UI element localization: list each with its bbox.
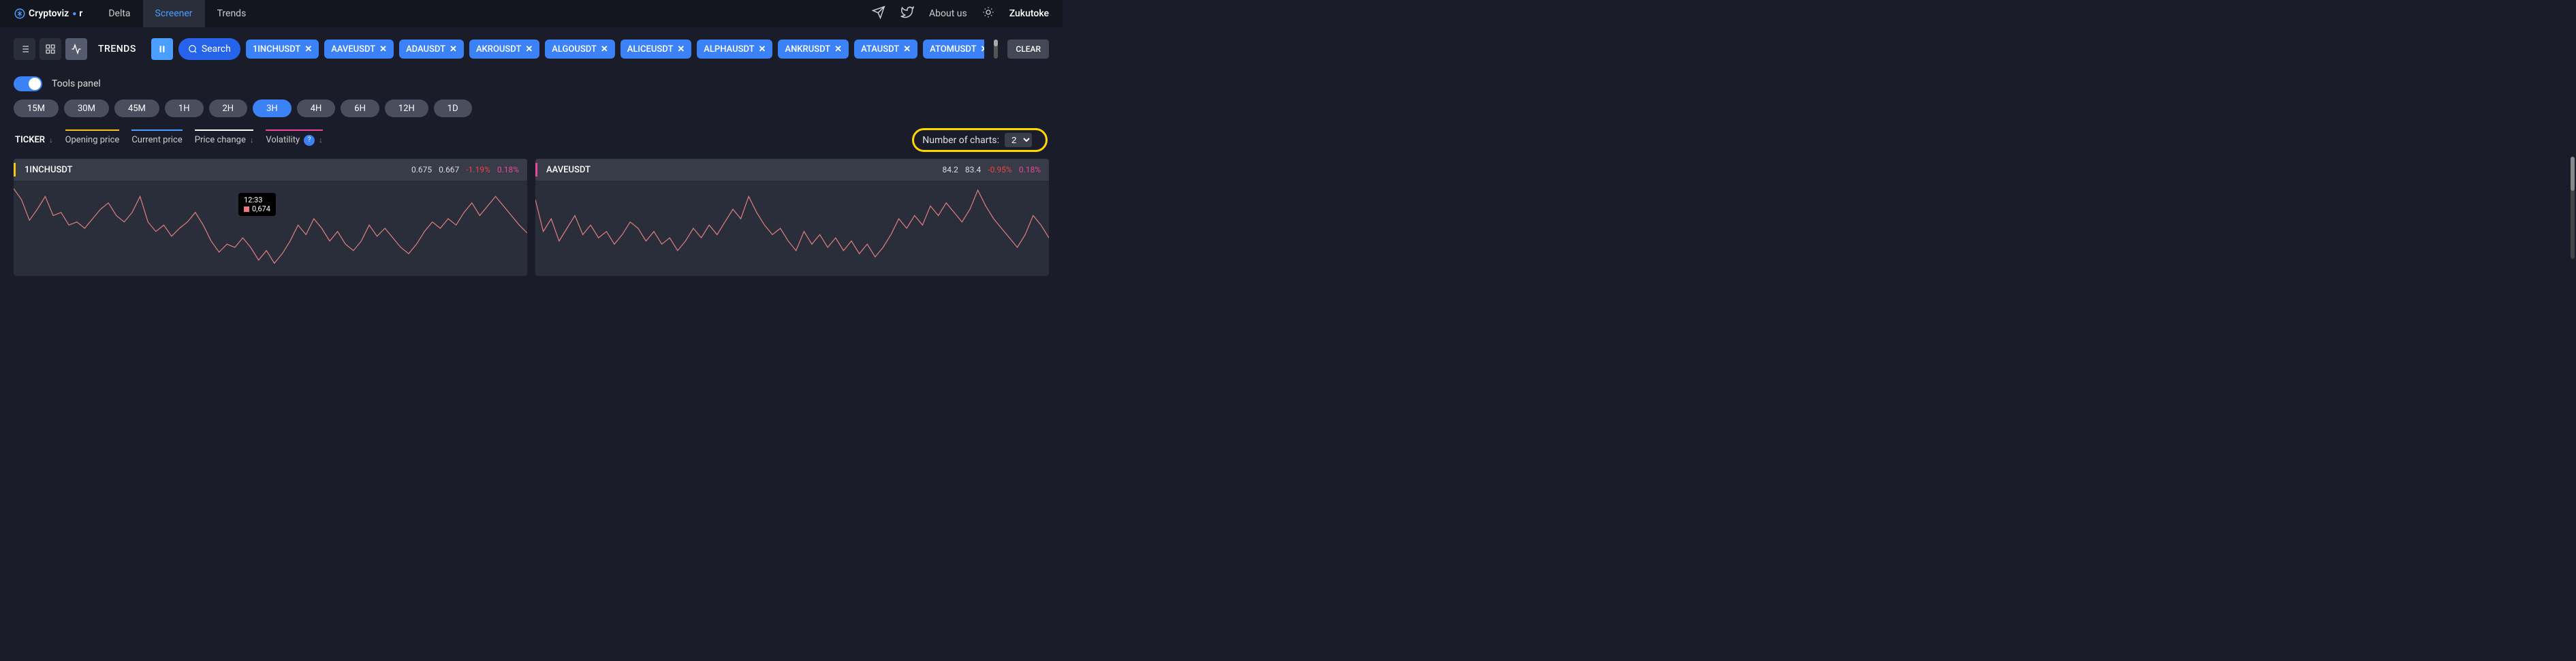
close-icon[interactable]: ✕ bbox=[903, 44, 911, 55]
help-icon[interactable]: ? bbox=[304, 135, 315, 146]
chart-panel-aaveusdt[interactable]: AAVEUSDT 84.2 83.4 -0.95% 0.18% bbox=[535, 159, 1049, 276]
logo-icon bbox=[14, 7, 26, 20]
timeframe-6h[interactable]: 6H bbox=[341, 99, 379, 117]
timeframe-15m[interactable]: 15M bbox=[14, 99, 59, 117]
grid-view-icon[interactable] bbox=[40, 38, 61, 60]
stat-volatility: 0.18% bbox=[1019, 165, 1041, 174]
page-scrollbar[interactable] bbox=[2571, 157, 2575, 259]
stat-open: 84.2 bbox=[942, 165, 958, 174]
sort-open[interactable]: Opening price bbox=[65, 135, 120, 145]
stat-change: -0.95% bbox=[988, 165, 1012, 174]
chart-header: 1INCHUSDT 0.675 0.667 -1.19% 0.18% bbox=[14, 159, 527, 181]
trends-view-icon[interactable] bbox=[65, 38, 87, 60]
trends-label: TRENDS bbox=[98, 44, 136, 55]
chip-aliceusdt[interactable]: ALICEUSDT ✕ bbox=[621, 40, 692, 59]
chip-alphausdt[interactable]: ALPHAUSDT ✕ bbox=[697, 40, 772, 59]
arrow-down-icon: ↓ bbox=[49, 136, 53, 144]
sort-ticker[interactable]: TICKER↓ bbox=[15, 135, 53, 145]
arrow-down-icon: ↓ bbox=[319, 136, 323, 144]
nav-tab-screener[interactable]: Screener bbox=[143, 0, 205, 27]
symbol-chips: 1INCHUSDT ✕ AAVEUSDT ✕ ADAUSDT ✕ AKROUSDT ✕… bbox=[246, 40, 985, 59]
nav-tab-delta[interactable]: Delta bbox=[96, 0, 142, 27]
tools-panel-toggle[interactable] bbox=[14, 76, 42, 91]
send-icon[interactable] bbox=[872, 5, 885, 22]
close-icon[interactable]: ✕ bbox=[759, 44, 766, 55]
theme-icon[interactable] bbox=[982, 6, 994, 21]
close-icon[interactable]: ✕ bbox=[379, 44, 387, 55]
brand-text: Cryptoviz bbox=[29, 8, 69, 19]
nav-tabs: DeltaScreenerTrends bbox=[96, 0, 258, 27]
chip-atomusdt[interactable]: ATOMUSDT ✕ bbox=[923, 40, 984, 59]
timeframe-30m[interactable]: 30M bbox=[64, 99, 109, 117]
timeframe-1h[interactable]: 1H bbox=[165, 99, 204, 117]
nav-tab-trends[interactable]: Trends bbox=[205, 0, 259, 27]
timeframe-row: 15M 30M 45M 1H 2H 3H 4H 6H 12H 1D bbox=[0, 97, 1063, 124]
timeframe-1d[interactable]: 1D bbox=[434, 99, 472, 117]
chip-ankrusdt[interactable]: ANKRUSDT ✕ bbox=[778, 40, 849, 59]
chip-1inchusdt[interactable]: 1INCHUSDT ✕ bbox=[246, 40, 319, 59]
chart-body[interactable] bbox=[535, 181, 1049, 276]
stat-volatility: 0.18% bbox=[497, 165, 519, 174]
close-icon[interactable]: ✕ bbox=[981, 44, 985, 55]
chip-aaveusdt[interactable]: AAVEUSDT ✕ bbox=[324, 40, 394, 59]
close-icon[interactable]: ✕ bbox=[677, 44, 685, 55]
chart-body[interactable]: 12:330,674 bbox=[14, 181, 527, 276]
stat-current: 0.667 bbox=[439, 165, 459, 174]
num-charts-select[interactable]: 2 bbox=[1005, 133, 1032, 147]
close-icon[interactable]: ✕ bbox=[304, 44, 312, 55]
chart-header: AAVEUSDT 84.2 83.4 -0.95% 0.18% bbox=[535, 159, 1049, 181]
chart-ticker: 1INCHUSDT bbox=[25, 165, 72, 175]
chip-atausdt[interactable]: ATAUSDT ✕ bbox=[854, 40, 917, 59]
pause-button[interactable] bbox=[151, 38, 173, 60]
clear-button[interactable]: CLEAR bbox=[1007, 40, 1049, 59]
search-icon bbox=[188, 44, 198, 54]
chips-scrollbar[interactable] bbox=[994, 40, 998, 59]
close-icon[interactable]: ✕ bbox=[601, 44, 608, 55]
chip-akrousdt[interactable]: AKROUSDT ✕ bbox=[469, 40, 539, 59]
close-icon[interactable]: ✕ bbox=[834, 44, 842, 55]
timeframe-45m[interactable]: 45M bbox=[114, 99, 159, 117]
chip-adausdt[interactable]: ADAUSDT ✕ bbox=[399, 40, 464, 59]
about-link[interactable]: About us bbox=[929, 8, 967, 19]
user-name[interactable]: Zukutoke bbox=[1009, 8, 1049, 19]
brand-logo[interactable]: Cryptoviz●r bbox=[14, 7, 82, 20]
tools-panel-label: Tools panel bbox=[52, 78, 101, 89]
sort-volatility[interactable]: Volatility?↓ bbox=[266, 135, 322, 146]
sort-change[interactable]: Price change↓ bbox=[195, 135, 254, 145]
timeframe-4h[interactable]: 4H bbox=[297, 99, 336, 117]
stat-open: 0.675 bbox=[411, 165, 432, 174]
twitter-icon[interactable] bbox=[900, 5, 914, 22]
stat-change: -1.19% bbox=[466, 165, 490, 174]
close-icon[interactable]: ✕ bbox=[525, 44, 533, 55]
close-icon[interactable]: ✕ bbox=[450, 44, 457, 55]
sort-current[interactable]: Current price bbox=[131, 135, 182, 145]
chart-panel-1inchusdt[interactable]: 1INCHUSDT 0.675 0.667 -1.19% 0.18% 12:330,674 bbox=[14, 159, 527, 276]
timeframe-2h[interactable]: 2H bbox=[209, 99, 248, 117]
stat-current: 83.4 bbox=[965, 165, 981, 174]
timeframe-12h[interactable]: 12H bbox=[385, 99, 428, 117]
chip-algousdt[interactable]: ALGOUSDT ✕ bbox=[545, 40, 614, 59]
chart-ticker: AAVEUSDT bbox=[546, 165, 591, 175]
timeframe-3h[interactable]: 3H bbox=[253, 99, 292, 117]
arrow-down-icon: ↓ bbox=[250, 136, 254, 144]
list-view-icon[interactable] bbox=[14, 38, 35, 60]
number-of-charts-control: Number of charts: 2 bbox=[912, 128, 1048, 152]
num-charts-label: Number of charts: bbox=[922, 135, 999, 146]
search-button[interactable]: Search bbox=[178, 38, 240, 60]
